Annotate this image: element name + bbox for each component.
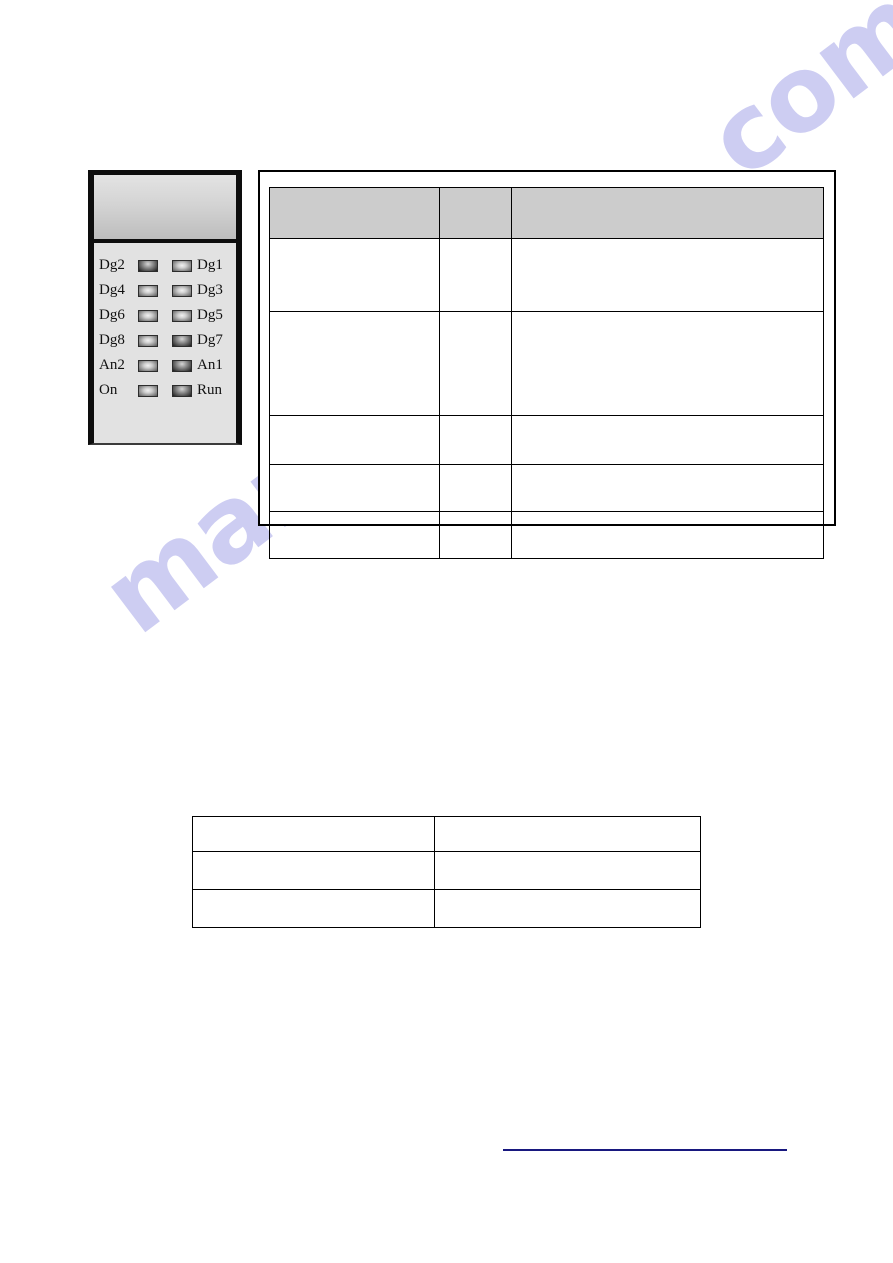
led-indicator-an1-icon <box>172 359 192 372</box>
led-row: Dg6 Dg5 <box>99 303 231 328</box>
spec-cell-r5c2 <box>439 511 512 559</box>
table-row <box>269 464 824 512</box>
led-group-right: Dg1 <box>172 258 231 273</box>
led-row: An2 An1 <box>99 353 231 378</box>
table-row <box>192 889 701 928</box>
led-group-left: Dg4 <box>99 283 158 298</box>
table-row <box>192 816 701 852</box>
led-group-left: On <box>99 383 158 398</box>
spec-header-cell-3 <box>511 187 824 239</box>
led-group-right: Dg5 <box>172 308 231 323</box>
led-indicator-dg6-icon <box>138 309 158 322</box>
table-row <box>192 851 701 890</box>
led-group-left: Dg2 <box>99 258 158 273</box>
table-row <box>269 511 824 559</box>
panel-body: Dg2 Dg1 Dg4 Dg3 Dg6 Dg5 Dg8 Dg7 An2 An1 … <box>94 243 236 409</box>
led-label-dg6: Dg6 <box>99 307 125 323</box>
table-row <box>269 415 824 465</box>
led-indicator-dg1-icon <box>172 259 192 272</box>
led-indicator-an2-icon <box>138 359 158 372</box>
led-row: On Run <box>99 378 231 403</box>
led-row: Dg8 Dg7 <box>99 328 231 353</box>
spec-cell-r4c1 <box>269 464 440 512</box>
led-group-left: Dg6 <box>99 308 158 323</box>
led-group-left: An2 <box>99 358 158 373</box>
spec-cell-r5c3 <box>511 511 824 559</box>
led-label-dg7: Dg7 <box>197 332 223 348</box>
led-indicator-dg5-icon <box>172 309 192 322</box>
led-label-dg1: Dg1 <box>197 257 223 273</box>
led-group-right: Dg3 <box>172 283 231 298</box>
spec-cell-r2c2 <box>439 311 512 416</box>
spec-cell-r1c1 <box>269 238 440 312</box>
footer-hyperlink[interactable] <box>503 1133 787 1151</box>
spec-cell-r4c2 <box>439 464 512 512</box>
led-label-an2: An2 <box>99 357 125 373</box>
led-group-right: Run <box>172 383 231 398</box>
info-table <box>192 816 701 928</box>
info-cell-r2c1 <box>192 851 435 890</box>
table-row <box>269 238 824 312</box>
led-indicator-dg8-icon <box>138 334 158 347</box>
led-label-run: Run <box>197 382 223 398</box>
spec-header-cell-1 <box>269 187 440 239</box>
panel-header <box>94 175 236 243</box>
spec-cell-r4c3 <box>511 464 824 512</box>
spec-table <box>269 187 824 559</box>
spec-header-cell-2 <box>439 187 512 239</box>
led-indicator-run-icon <box>172 384 192 397</box>
spec-cell-r1c2 <box>439 238 512 312</box>
info-cell-r1c2 <box>434 816 701 852</box>
led-group-right: Dg7 <box>172 333 231 348</box>
led-label-dg4: Dg4 <box>99 282 125 298</box>
spec-cell-r1c3 <box>511 238 824 312</box>
led-row: Dg4 Dg3 <box>99 278 231 303</box>
document-page: manualshive.com Dg2 Dg1 Dg4 <box>0 0 893 1263</box>
led-row: Dg2 Dg1 <box>99 253 231 278</box>
spec-cell-r3c3 <box>511 415 824 465</box>
led-indicator-on-icon <box>138 384 158 397</box>
led-label-on: On <box>99 382 118 398</box>
led-indicator-panel: Dg2 Dg1 Dg4 Dg3 Dg6 Dg5 Dg8 Dg7 An2 An1 … <box>88 170 242 445</box>
led-indicator-dg3-icon <box>172 284 192 297</box>
led-label-dg5: Dg5 <box>197 307 223 323</box>
table-row <box>269 311 824 416</box>
led-group-left: Dg8 <box>99 333 158 348</box>
led-label-dg8: Dg8 <box>99 332 125 348</box>
info-cell-r1c1 <box>192 816 435 852</box>
spec-cell-r3c2 <box>439 415 512 465</box>
spec-table-frame <box>258 170 836 559</box>
led-indicator-dg2-icon <box>138 259 158 272</box>
led-indicator-dg7-icon <box>172 334 192 347</box>
footer-link-container <box>503 1133 787 1151</box>
info-cell-r2c2 <box>434 851 701 890</box>
led-label-dg2: Dg2 <box>99 257 125 273</box>
spec-cell-r5c1 <box>269 511 440 559</box>
led-label-an1: An1 <box>197 357 223 373</box>
info-cell-r3c2 <box>434 889 701 928</box>
spec-cell-r2c1 <box>269 311 440 416</box>
spec-cell-r2c3 <box>511 311 824 416</box>
led-group-right: An1 <box>172 358 231 373</box>
info-cell-r3c1 <box>192 889 435 928</box>
led-indicator-dg4-icon <box>138 284 158 297</box>
table-header-row <box>269 187 824 239</box>
spec-cell-r3c1 <box>269 415 440 465</box>
led-label-dg3: Dg3 <box>197 282 223 298</box>
